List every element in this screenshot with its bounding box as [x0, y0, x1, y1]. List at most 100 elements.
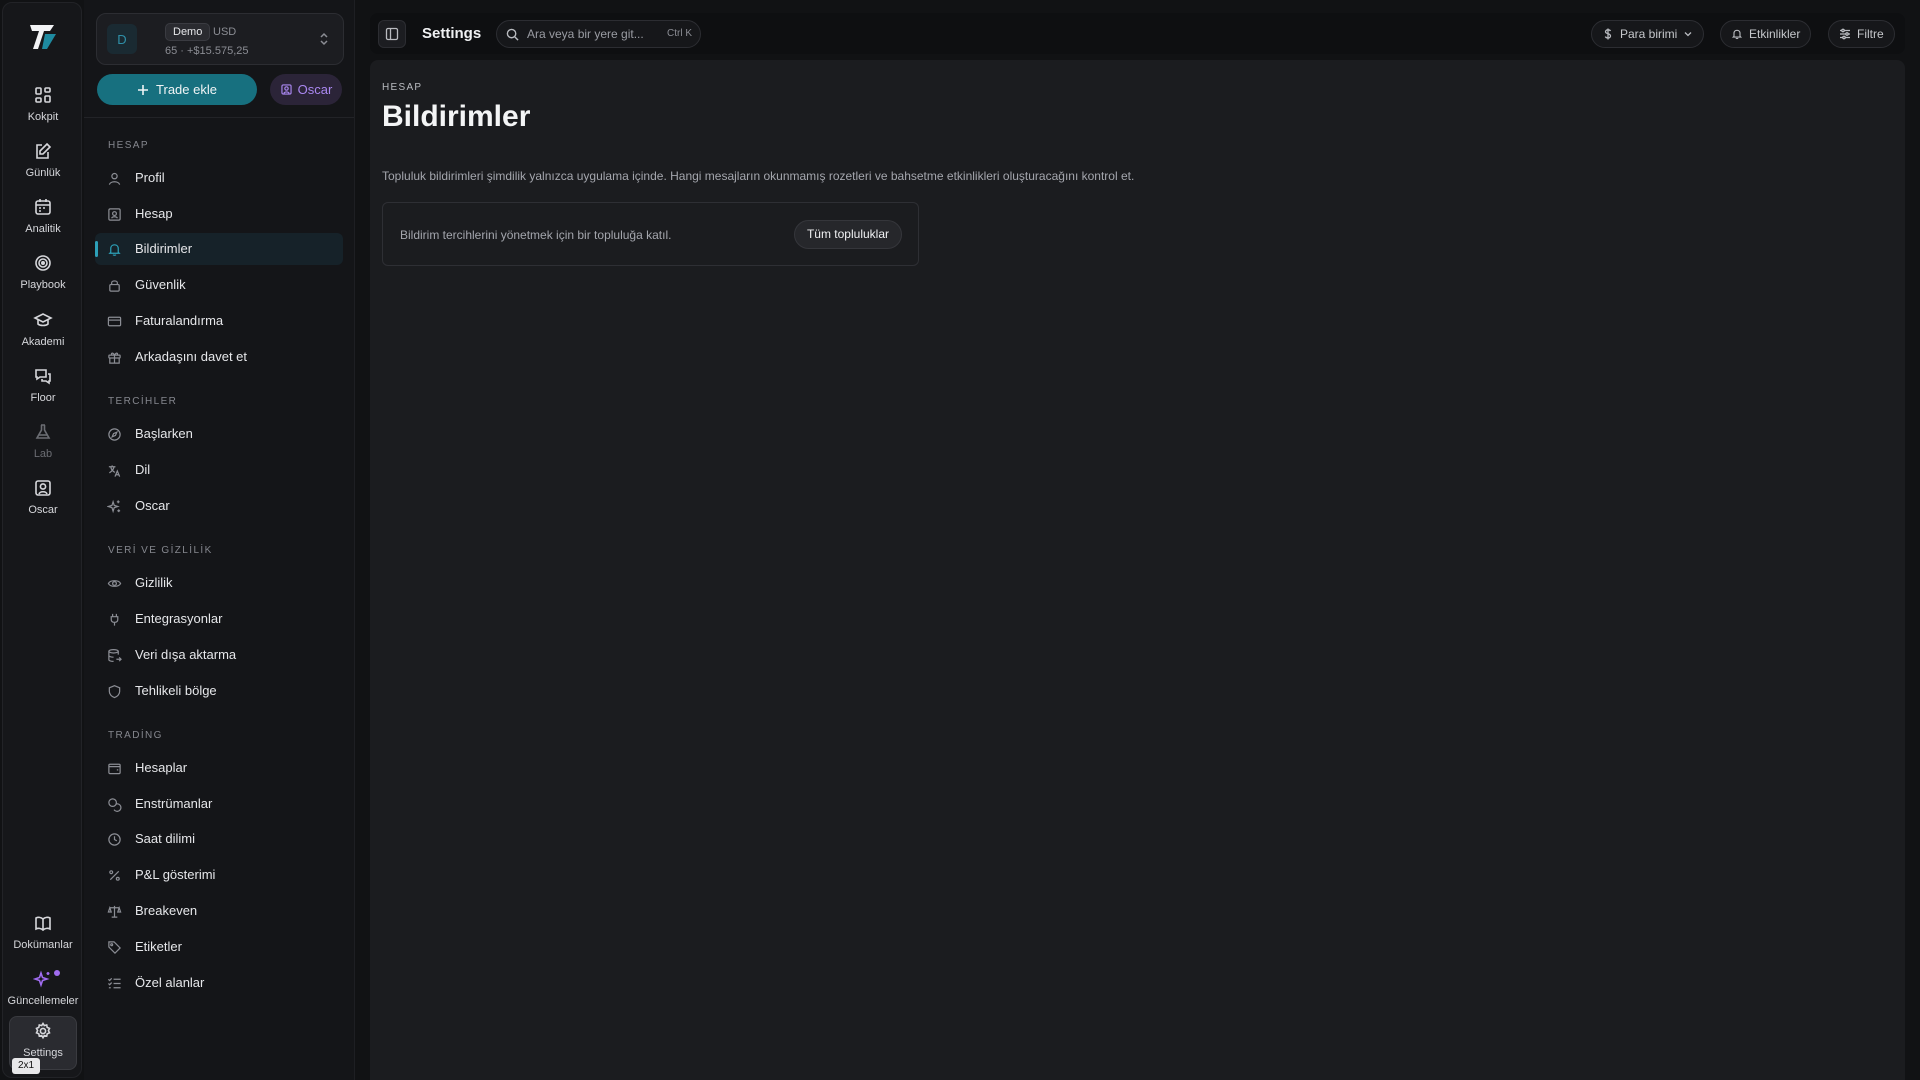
tag-icon — [108, 941, 121, 954]
sidebar-toggle-button[interactable] — [378, 20, 406, 48]
user-square-icon — [35, 480, 51, 496]
community-notice-text: Bildirim tercihlerini yönetmek için bir … — [400, 228, 672, 242]
sidebar-item-hesaplar[interactable]: Hesaplar — [95, 752, 343, 784]
wallet-icon — [108, 763, 121, 775]
sidebar-item-entegrasyonlar[interactable]: Entegrasyonlar — [95, 603, 343, 635]
settings-sidebar: D Demo USD 65 · +$15.575,25 Trade ekle O… — [84, 0, 355, 1080]
main-content: HESAP Bildirimler Topluluk bildirimleri … — [370, 60, 1905, 1080]
account-switcher[interactable]: D Demo USD 65 · +$15.575,25 — [96, 13, 344, 65]
sparkles-icon — [107, 499, 121, 514]
account-avatar: D — [107, 24, 137, 54]
chat-icon — [35, 369, 51, 385]
rail-item-dokumanlar[interactable]: Dokümanlar — [9, 909, 77, 961]
sidebar-item-tehlikeli-bolge[interactable]: Tehlikeli bölge — [95, 675, 343, 707]
user-square-icon — [281, 84, 292, 95]
id-card-icon — [108, 208, 121, 221]
rail-label: Akademi — [21, 336, 65, 348]
community-notice-card: Bildirim tercihlerini yönetmek için bir … — [382, 202, 919, 266]
sidebar-item-ozel-alanlar[interactable]: Özel alanlar — [95, 967, 343, 999]
app-logo-icon[interactable] — [27, 21, 59, 53]
percent-icon — [109, 870, 120, 881]
rail-label: Analitik — [25, 223, 61, 235]
search-shortcut: Ctrl K — [667, 28, 692, 39]
section-label-trading: TRADİNG — [108, 730, 163, 741]
rail-label: Playbook — [20, 279, 66, 291]
sidebar-item-breakeven[interactable]: Breakeven — [95, 895, 343, 927]
rail-item-lab[interactable]: Lab — [9, 418, 77, 470]
search-box[interactable]: Ctrl K — [496, 20, 701, 48]
coins-icon — [108, 798, 122, 812]
events-button[interactable]: Etkinlikler — [1720, 20, 1812, 48]
sidebar-toggle-icon — [385, 27, 399, 41]
plug-icon — [110, 613, 119, 626]
rail-label: Floor — [30, 392, 56, 404]
rail-label: Kokpit — [27, 111, 59, 123]
compass-icon — [108, 428, 121, 441]
flask-icon — [35, 424, 51, 439]
sidebar-item-baslarken[interactable]: Başlarken — [95, 418, 343, 450]
rail-item-analitik[interactable]: Analitik — [9, 193, 77, 245]
chevron-down-icon — [1684, 32, 1692, 37]
page-description: Topluluk bildirimleri şimdilik yalnızca … — [382, 169, 1135, 183]
sidebar-item-guvenlik[interactable]: Güvenlik — [95, 269, 343, 301]
account-mode-badge: Demo — [165, 23, 211, 41]
all-communities-button[interactable]: Tüm topluluklar — [793, 220, 902, 249]
version-badge: 2x1 — [12, 1058, 41, 1074]
bell-icon — [1731, 29, 1743, 40]
section-label-hesap: HESAP — [108, 140, 149, 151]
rail-item-akademi[interactable]: Akademi — [9, 306, 77, 358]
icon-rail: Kokpit Günlük Analitik Playbook Akademi … — [2, 2, 82, 1078]
filter-label: Filtre — [1857, 27, 1884, 41]
rail-item-kokpit[interactable]: Kokpit — [9, 81, 77, 133]
sidebar-item-pl-gosterimi[interactable]: P&L gösterimi — [95, 859, 343, 891]
page-header-title: Settings — [422, 25, 482, 42]
currency-dropdown[interactable]: Para birimi — [1591, 20, 1705, 48]
update-dot-icon — [54, 970, 60, 976]
checklist-icon — [107, 977, 121, 989]
filter-icon — [1840, 28, 1850, 40]
sidebar-item-enstrumanlar[interactable]: Enstrümanlar — [95, 788, 343, 820]
sidebar-item-faturalandirma[interactable]: Faturalandırma — [95, 305, 343, 337]
rail-item-oscar[interactable]: Oscar — [9, 474, 77, 526]
rail-item-playbook[interactable]: Playbook — [9, 249, 77, 301]
search-icon — [506, 28, 519, 41]
scale-icon — [107, 905, 122, 918]
user-icon — [108, 172, 121, 185]
filter-button[interactable]: Filtre — [1828, 20, 1895, 48]
rail-item-guncellemeler[interactable]: Güncellemeler — [7, 965, 79, 1017]
sidebar-item-profil[interactable]: Profil — [95, 162, 343, 194]
events-label: Etkinlikler — [1749, 27, 1801, 41]
oscar-button[interactable]: Oscar — [270, 74, 342, 105]
calendar-icon — [35, 199, 51, 215]
sidebar-item-gizlilik[interactable]: Gizlilik — [95, 567, 343, 599]
sidebar-item-dil[interactable]: Dil — [95, 454, 343, 486]
add-trade-label: Trade ekle — [156, 82, 217, 97]
account-currency: USD — [213, 26, 237, 38]
database-export-icon — [108, 648, 122, 663]
currency-label: Para birimi — [1620, 27, 1678, 41]
translate-icon — [108, 465, 121, 477]
rail-item-floor[interactable]: Floor — [9, 362, 77, 414]
graduation-cap-icon — [33, 313, 53, 327]
book-icon — [35, 916, 51, 932]
chevron-up-down-icon — [320, 32, 328, 46]
add-trade-button[interactable]: Trade ekle — [97, 74, 257, 105]
search-input[interactable] — [527, 25, 657, 43]
credit-card-icon — [107, 316, 122, 327]
dollar-icon — [1604, 28, 1612, 40]
rail-item-gunluk[interactable]: Günlük — [9, 137, 77, 189]
page-eyebrow: HESAP — [382, 82, 423, 93]
sidebar-item-veri-disa-aktarma[interactable]: Veri dışa aktarma — [95, 639, 343, 671]
sidebar-item-bildirimler[interactable]: Bildirimler — [95, 233, 343, 265]
lock-icon — [109, 280, 120, 292]
gear-icon — [35, 1021, 51, 1040]
sidebar-item-oscar[interactable]: Oscar — [95, 490, 343, 522]
gift-icon — [108, 352, 121, 364]
edit-note-icon — [36, 142, 52, 159]
sidebar-item-arkadasini-davet-et[interactable]: Arkadaşını davet et — [95, 341, 343, 373]
rail-label: Güncellemeler — [7, 995, 79, 1007]
sidebar-item-saat-dilimi[interactable]: Saat dilimi — [95, 823, 343, 855]
sidebar-item-etiketler[interactable]: Etiketler — [95, 931, 343, 963]
sidebar-item-hesap[interactable]: Hesap — [95, 198, 343, 230]
rail-label: Lab — [33, 448, 53, 460]
